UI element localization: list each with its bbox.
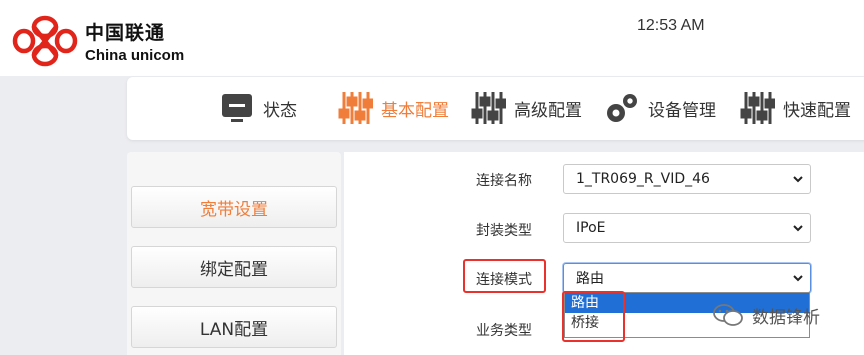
brand-name: 中国联通 China unicom — [85, 18, 184, 64]
connection-mode-select[interactable]: 路由 — [563, 263, 811, 293]
nav-item-label: 基本配置 — [381, 100, 449, 121]
nav-item-label: 状态 — [263, 100, 297, 121]
nav-item-status[interactable]: 状态 — [219, 88, 297, 128]
sliders-icon — [740, 92, 775, 124]
connection-mode-highlight — [463, 259, 546, 293]
service-type-label: 业务类型 — [476, 323, 532, 339]
sidebar-item-broadband[interactable]: 宽带设置 — [131, 186, 337, 228]
current-time: 12:53 AM — [637, 17, 705, 34]
china-unicom-logo-icon — [12, 15, 78, 67]
encap-type-label: 封装类型 — [476, 223, 532, 239]
connection-name-value: 1_TR069_R_VID_46 — [576, 171, 710, 187]
sliders-icon — [471, 92, 506, 124]
connection-mode-value: 路由 — [576, 271, 604, 287]
monitor-icon — [222, 94, 252, 122]
connection-name-select[interactable]: 1_TR069_R_VID_46 — [563, 164, 811, 194]
nav-item-label: 高级配置 — [514, 100, 582, 121]
sidebar-item-binding[interactable]: 绑定配置 — [131, 246, 337, 288]
encap-type-select[interactable]: IPoE — [563, 213, 811, 243]
chevron-down-icon — [793, 275, 803, 282]
connection-name-label: 连接名称 — [476, 173, 532, 189]
watermark-text: 数据锋析 — [752, 307, 820, 328]
brand-name-chinese: 中国联通 — [85, 22, 166, 44]
chevron-down-icon — [793, 225, 803, 232]
main-nav: 状态 基本配置 高级配置 设备管理 快速配置 — [127, 77, 864, 140]
nav-item-device-management[interactable]: 设备管理 — [604, 88, 716, 128]
wechat-icon — [713, 304, 743, 326]
header-bar: 中国联通 China unicom 12:53 AM — [0, 0, 864, 76]
chevron-down-icon — [793, 176, 803, 183]
nav-item-label: 快速配置 — [783, 100, 851, 121]
nav-item-quick-config[interactable]: 快速配置 — [739, 88, 851, 128]
gears-icon — [607, 94, 637, 122]
sidebar-item-lan[interactable]: LAN配置 — [131, 306, 337, 348]
watermark: 数据锋析 — [712, 302, 820, 328]
nav-item-label: 设备管理 — [648, 100, 716, 121]
sliders-icon — [338, 92, 373, 124]
encap-type-value: IPoE — [576, 220, 606, 236]
brand-name-english: China unicom — [85, 47, 185, 64]
dropdown-options-highlight — [562, 291, 625, 342]
nav-item-advanced-config[interactable]: 高级配置 — [470, 88, 582, 128]
nav-item-basic-config[interactable]: 基本配置 — [337, 88, 449, 128]
